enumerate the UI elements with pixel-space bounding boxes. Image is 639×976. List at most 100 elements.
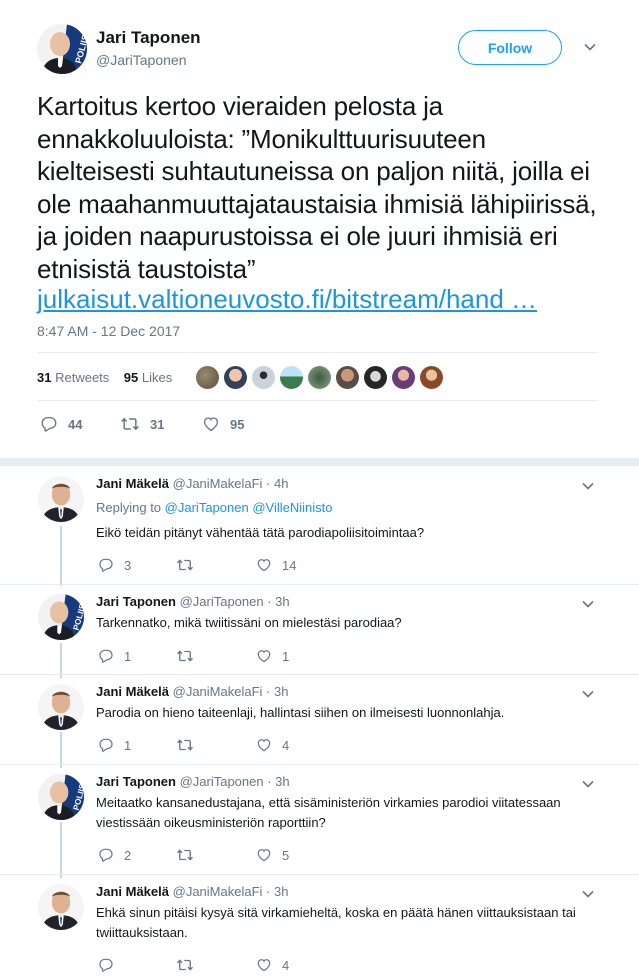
heart-icon — [256, 957, 272, 973]
liker-avatar[interactable] — [196, 366, 219, 389]
reply-avatar[interactable] — [38, 884, 84, 930]
like-button[interactable]: 4 — [256, 956, 289, 974]
like-count: 5 — [282, 847, 290, 863]
replying-to-mention[interactable]: @VilleNiinisto — [252, 500, 332, 515]
reply-time[interactable]: · 3h — [267, 594, 289, 609]
liker-avatar[interactable] — [420, 366, 443, 389]
reply-author-name[interactable]: Jani Mäkelä — [96, 476, 169, 491]
tweet-text: Kartoitus kertoo vieraiden pelosta ja en… — [37, 91, 597, 284]
chevron-down-icon[interactable] — [581, 777, 595, 791]
reply-count: 1 — [124, 737, 132, 753]
liker-avatars — [196, 366, 443, 389]
retweet-button[interactable] — [176, 647, 256, 665]
liker-avatar[interactable] — [392, 366, 415, 389]
retweet-icon — [176, 556, 194, 574]
reply-author-handle[interactable]: @JariTaponen — [180, 594, 264, 609]
replying-to-mention[interactable]: @JariTaponen — [165, 500, 249, 515]
tweet-link[interactable]: julkaisut.valtioneuvosto.fi/bitstream/ha… — [37, 283, 537, 315]
reply-button[interactable]: 3 — [98, 556, 176, 574]
reply-author-handle[interactable]: @JaniMakelaFi — [173, 884, 263, 899]
reply-actions: 1 4 — [98, 736, 289, 754]
liker-avatar[interactable] — [280, 366, 303, 389]
reply-icon — [98, 737, 114, 753]
reply-icon — [98, 847, 114, 863]
liker-avatar[interactable] — [336, 366, 359, 389]
reply-avatar[interactable] — [38, 476, 84, 522]
reply-count: 2 — [124, 847, 132, 863]
reply-icon — [98, 957, 114, 973]
like-button[interactable]: 95 — [202, 414, 244, 434]
reply-author-name[interactable]: Jari Taponen — [96, 594, 176, 609]
reply-author-handle[interactable]: @JaniMakelaFi — [173, 476, 263, 491]
chevron-down-icon[interactable] — [583, 40, 597, 54]
chevron-down-icon[interactable] — [581, 687, 595, 701]
like-button[interactable]: 5 — [256, 846, 289, 864]
author-handle[interactable]: @JariTaponen — [96, 52, 187, 68]
reply-button[interactable]: 1 — [98, 647, 176, 665]
section-separator — [0, 458, 639, 466]
heart-icon — [256, 847, 272, 863]
like-count: 4 — [282, 957, 290, 973]
retweet-icon — [176, 956, 194, 974]
heart-icon — [202, 415, 220, 433]
reply-header: Jani Mäkelä @JaniMakelaFi · 3h — [96, 884, 288, 899]
reply-author-name[interactable]: Jani Mäkelä — [96, 684, 169, 699]
liker-avatar[interactable] — [252, 366, 275, 389]
retweet-button[interactable] — [176, 736, 256, 754]
reply-author-name[interactable]: Jari Taponen — [96, 774, 176, 789]
liker-avatar[interactable] — [364, 366, 387, 389]
reply-icon — [40, 415, 58, 433]
reply-button[interactable]: 1 — [98, 736, 176, 754]
retweet-button[interactable] — [176, 846, 256, 864]
like-button[interactable]: 1 — [256, 647, 289, 665]
reply-author-handle[interactable]: @JariTaponen — [180, 774, 264, 789]
replying-to: Replying to @JariTaponen @VilleNiinisto — [96, 500, 332, 515]
follow-button[interactable]: Follow — [458, 30, 562, 65]
reply-tweet[interactable]: Jari Taponen @JariTaponen · 3h Tarkennat… — [0, 584, 639, 674]
reply-header: Jari Taponen @JariTaponen · 3h — [96, 774, 290, 789]
reply-author-name[interactable]: Jani Mäkelä — [96, 884, 169, 899]
reply-time[interactable]: · 3h — [266, 884, 288, 899]
reply-count: 1 — [124, 648, 132, 664]
replying-to-label: Replying to — [96, 500, 162, 515]
reply-avatar[interactable] — [38, 594, 84, 640]
reply-button[interactable]: 44 — [40, 414, 120, 434]
like-count: 4 — [282, 737, 290, 753]
reply-header: Jani Mäkelä @JaniMakelaFi · 4h — [96, 476, 288, 491]
author-name[interactable]: Jari Taponen — [96, 28, 201, 48]
reply-tweet[interactable]: Jari Taponen @JariTaponen · 3h Meitaatko… — [0, 764, 639, 874]
reply-time[interactable]: · 3h — [267, 774, 289, 789]
reply-button[interactable] — [98, 956, 176, 974]
liker-avatar[interactable] — [224, 366, 247, 389]
retweet-icon — [176, 647, 194, 665]
reply-actions: 2 5 — [98, 846, 289, 864]
retweet-button[interactable] — [176, 956, 256, 974]
likes-label: Likes — [141, 370, 173, 385]
retweets-count: 31 — [37, 370, 52, 385]
reply-avatar[interactable] — [38, 684, 84, 730]
chevron-down-icon[interactable] — [581, 479, 595, 493]
tweet-timestamp[interactable]: 8:47 AM - 12 Dec 2017 — [37, 323, 180, 339]
retweets-stat[interactable]: 31 Retweets — [37, 370, 109, 385]
main-tweet: Jari Taponen @JariTaponen Follow Kartoit… — [0, 0, 639, 458]
reply-avatar[interactable] — [38, 774, 84, 820]
retweet-count: 31 — [150, 416, 165, 432]
chevron-down-icon[interactable] — [581, 597, 595, 611]
retweet-button[interactable] — [176, 556, 256, 574]
likes-stat[interactable]: 95 Likes — [124, 370, 172, 385]
liker-avatar[interactable] — [308, 366, 331, 389]
reply-actions: 3 14 — [98, 556, 296, 574]
retweet-icon — [120, 414, 140, 434]
reply-author-handle[interactable]: @JaniMakelaFi — [173, 684, 263, 699]
like-button[interactable]: 4 — [256, 736, 289, 754]
reply-tweet[interactable]: Jani Mäkelä @JaniMakelaFi · 3h Parodia o… — [0, 674, 639, 764]
like-button[interactable]: 14 — [256, 556, 296, 574]
reply-button[interactable]: 2 — [98, 846, 176, 864]
reply-time[interactable]: · 3h — [266, 684, 288, 699]
reply-time[interactable]: · 4h — [266, 476, 288, 491]
retweet-button[interactable]: 31 — [120, 414, 202, 434]
chevron-down-icon[interactable] — [581, 887, 595, 901]
reply-tweet[interactable]: Jani Mäkelä @JaniMakelaFi · 3h Ehkä sinu… — [0, 874, 639, 976]
author-avatar[interactable] — [37, 24, 87, 74]
reply-tweet[interactable]: Jani Mäkelä @JaniMakelaFi · 4h Replying … — [0, 466, 639, 586]
